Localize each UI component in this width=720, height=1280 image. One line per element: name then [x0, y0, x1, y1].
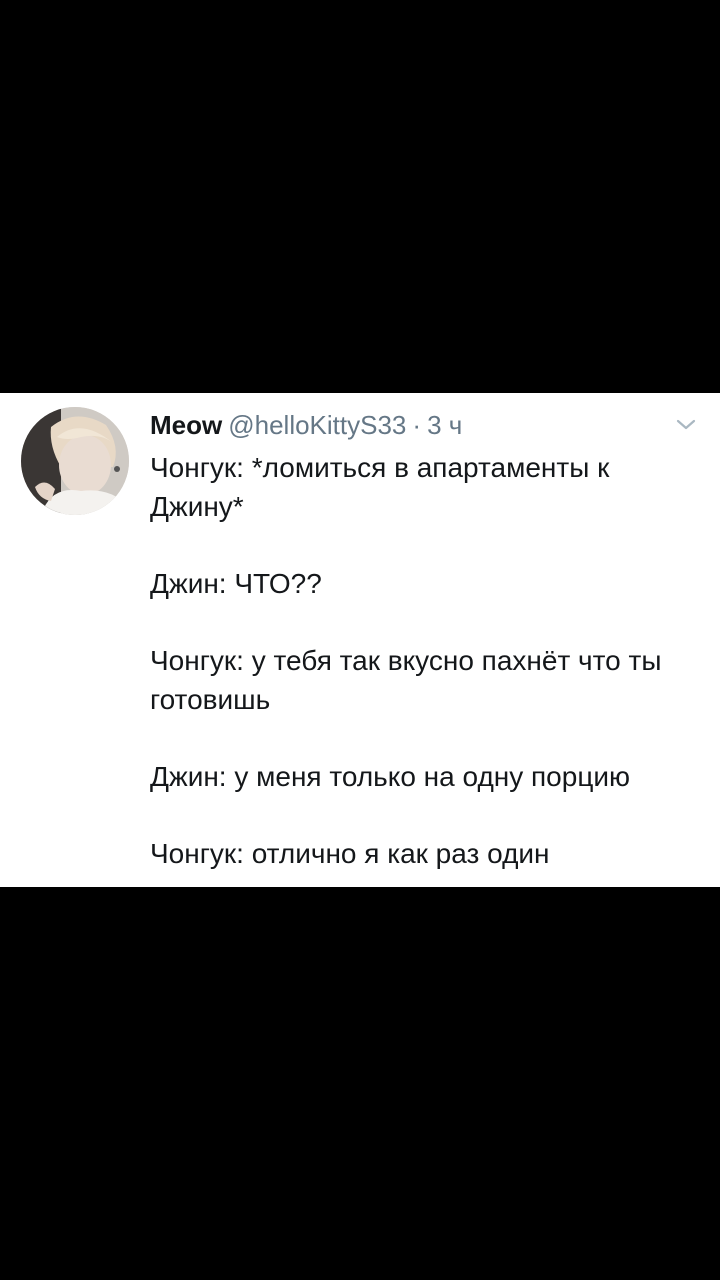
- display-name[interactable]: Meow: [150, 410, 222, 440]
- chevron-down-icon[interactable]: [672, 415, 700, 435]
- tweet-timestamp[interactable]: 3 ч: [427, 410, 462, 440]
- tweet-line: Джин: ЧТО??: [150, 568, 322, 599]
- avatar-photo: [21, 407, 129, 515]
- tweet-line: Чонгук: *ломиться в апартаменты к Джину*: [150, 452, 610, 522]
- tweet-header: Meow @helloKittyS33 · 3 ч: [150, 405, 462, 445]
- tweet-line: Чонгук: у тебя так вкусно пахнёт что ты …: [150, 645, 662, 715]
- avatar[interactable]: [21, 407, 129, 515]
- separator-dot: ·: [412, 410, 422, 440]
- tweet-line: Джин: у меня только на одну порцию: [150, 761, 631, 792]
- tweet-text: Чонгук: *ломиться в апартаменты к Джину*…: [150, 448, 700, 873]
- screen: Meow @helloKittyS33 · 3 ч Чонгук: *ломиться…: [0, 0, 720, 1280]
- tweet-line: Чонгук: отлично я как раз один: [150, 838, 550, 869]
- user-handle[interactable]: @helloKittyS33: [228, 410, 406, 440]
- tweet-card[interactable]: Meow @helloKittyS33 · 3 ч Чонгук: *ломиться…: [0, 393, 720, 887]
